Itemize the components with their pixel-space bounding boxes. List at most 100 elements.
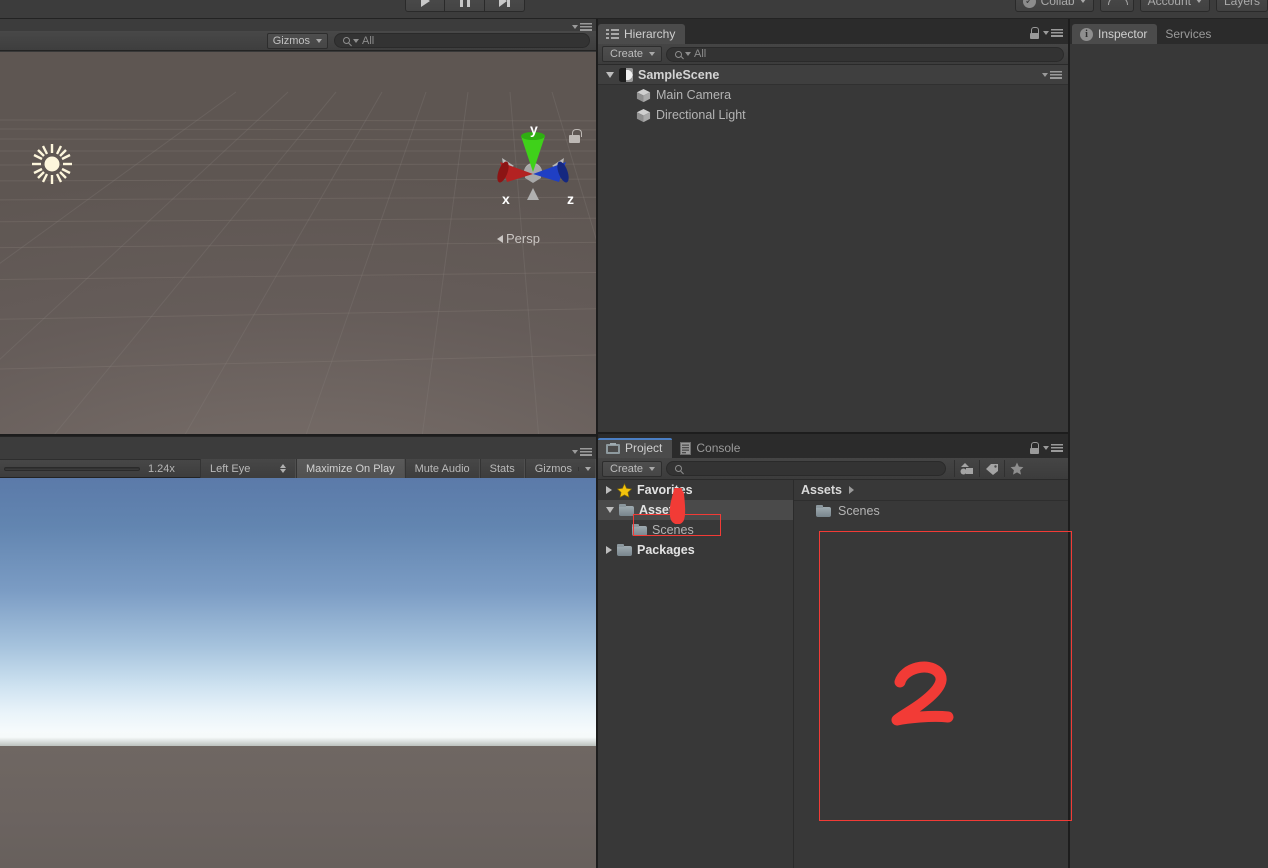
lock-icon[interactable] <box>1030 27 1039 39</box>
project-split-view: Favorites Assets Scenes Packages Assets … <box>598 480 1068 868</box>
project-content-item-scenes[interactable]: Scenes <box>794 501 1068 521</box>
tab-inspector[interactable]: i Inspector <box>1072 24 1158 44</box>
project-tree-item-packages[interactable]: Packages <box>598 540 793 560</box>
game-eye-dropdown[interactable]: Left Eye <box>199 459 296 478</box>
chevron-down-icon <box>353 38 359 43</box>
project-tree-item-favorites[interactable]: Favorites <box>598 480 793 500</box>
splitter-hierarchy-project[interactable] <box>598 432 1068 434</box>
project-tree-label: Scenes <box>652 523 694 537</box>
game-gizmos-label: Gizmos <box>534 462 572 475</box>
cube-icon <box>636 108 651 122</box>
hierarchy-item-main-camera[interactable]: Main Camera <box>598 85 1068 105</box>
splitter-center-right[interactable] <box>1068 19 1070 868</box>
game-zoom-label: 1.24x <box>148 462 175 475</box>
chevron-down-icon <box>316 38 322 43</box>
scene-view-tabstrip <box>0 19 596 31</box>
tab-services[interactable]: Services <box>1157 24 1221 44</box>
game-zoom-slider[interactable] <box>0 466 140 471</box>
project-tabstrip: Project Console <box>598 434 1068 458</box>
hierarchy-item-label: Main Camera <box>656 88 732 102</box>
game-view-tabstrip <box>0 436 596 459</box>
hierarchy-create-button[interactable]: Create <box>602 46 663 62</box>
hierarchy-tabstrip: Hierarchy <box>598 19 1068 44</box>
collab-button[interactable]: ✓ Collab <box>1014 0 1094 12</box>
scene-search-input[interactable]: All <box>334 33 590 48</box>
tab-hierarchy-label: Hierarchy <box>624 27 676 41</box>
scene-view-panel: Gizmos All x y z Persp <box>0 19 596 436</box>
game-view-panel: 1.24x Left Eye Maximize On Play Mute Aud… <box>0 436 596 868</box>
stats-toggle[interactable]: Stats <box>479 459 525 478</box>
panel-menu-icon[interactable] <box>1043 29 1063 37</box>
lock-icon[interactable] <box>1030 442 1039 454</box>
game-viewport[interactable] <box>0 478 596 868</box>
panel-menu-icon[interactable] <box>1043 444 1063 452</box>
project-tree-label: Packages <box>637 543 695 557</box>
splitter-scene-game[interactable] <box>0 434 596 436</box>
tab-hierarchy[interactable]: Hierarchy <box>598 24 686 44</box>
scene-view-tab-options <box>572 23 592 31</box>
slider-track <box>4 466 140 471</box>
chevron-left-icon <box>497 234 503 243</box>
disclosure-triangle-right-icon[interactable] <box>606 486 612 494</box>
panel-menu-icon[interactable] <box>572 448 592 456</box>
directional-light-gizmo-icon[interactable] <box>30 142 74 186</box>
hierarchy-scene-row[interactable]: SampleScene <box>598 65 1068 85</box>
layers-button[interactable]: Layers <box>1215 0 1268 12</box>
scene-icon <box>619 67 633 82</box>
hierarchy-item-directional-light[interactable]: Directional Light <box>598 105 1068 125</box>
scene-orientation-gizmo[interactable]: x y z <box>488 122 578 212</box>
game-gizmos-dropdown[interactable]: Gizmos <box>524 459 596 478</box>
scene-search-placeholder: All <box>362 34 375 47</box>
project-tree-item-assets[interactable]: Assets <box>598 500 793 520</box>
step-button[interactable] <box>485 0 525 12</box>
maximize-on-play-toggle[interactable]: Maximize On Play <box>295 459 405 478</box>
pause-button[interactable] <box>445 0 485 12</box>
play-button[interactable] <box>405 0 445 12</box>
project-tree[interactable]: Favorites Assets Scenes Packages <box>598 480 794 868</box>
project-content-pane[interactable]: Assets Scenes <box>794 480 1068 868</box>
tab-services-label: Services <box>1165 27 1212 41</box>
project-tab-options <box>1030 442 1063 454</box>
project-favorite-filter-button[interactable] <box>1004 460 1029 477</box>
hierarchy-search-input[interactable]: All <box>666 46 1064 62</box>
project-label-filter-button[interactable] <box>979 460 1004 477</box>
breadcrumb[interactable]: Assets <box>794 480 1068 501</box>
scene-viewport[interactable]: x y z Persp <box>0 52 596 436</box>
tab-project-label: Project <box>625 441 663 455</box>
panel-menu-icon[interactable] <box>572 23 592 31</box>
game-eye-label: Left Eye <box>209 462 251 475</box>
disclosure-triangle-down-icon[interactable] <box>606 71 614 78</box>
scene-gizmos-dropdown[interactable]: Gizmos <box>266 32 328 49</box>
scene-projection-label[interactable]: Persp <box>497 231 540 246</box>
project-tree-item-scenes[interactable]: Scenes <box>598 520 793 540</box>
account-button[interactable]: Account <box>1139 0 1210 12</box>
folder-icon <box>816 505 831 517</box>
search-icon <box>343 37 350 44</box>
project-object-filter-button[interactable] <box>954 460 979 477</box>
hierarchy-tree[interactable]: SampleScene Main Camera Directional Ligh… <box>598 65 1068 434</box>
scene-gizmos-label: Gizmos <box>272 34 310 47</box>
disclosure-triangle-down-icon[interactable] <box>606 507 614 513</box>
scene-context-menu-icon[interactable] <box>1042 70 1062 79</box>
label-tag-icon <box>986 463 999 475</box>
disclosure-triangle-right-icon[interactable] <box>606 546 612 554</box>
skybox-horizon <box>0 730 596 746</box>
tab-console[interactable]: Console <box>672 438 750 458</box>
project-folder-icon <box>606 442 620 454</box>
scene-gizmo-lock-icon[interactable] <box>569 129 582 143</box>
hierarchy-panel: Hierarchy Create All SampleScene Main Ca… <box>598 19 1068 434</box>
cloud-button[interactable] <box>1099 0 1134 12</box>
step-icon <box>499 0 510 7</box>
splitter-left-center[interactable] <box>596 19 598 868</box>
persp-text: Persp <box>506 231 540 246</box>
project-create-button[interactable]: Create <box>602 460 663 477</box>
project-tree-label: Favorites <box>637 483 693 497</box>
folder-icon <box>619 504 634 516</box>
mute-audio-toggle[interactable]: Mute Audio <box>404 459 480 478</box>
tab-project[interactable]: Project <box>598 438 673 458</box>
favorite-star-icon <box>1010 462 1024 475</box>
hierarchy-scene-name: SampleScene <box>638 67 720 82</box>
project-search-input[interactable] <box>666 461 947 476</box>
layers-label: Layers <box>1223 0 1260 8</box>
object-filter-icon <box>960 463 974 475</box>
